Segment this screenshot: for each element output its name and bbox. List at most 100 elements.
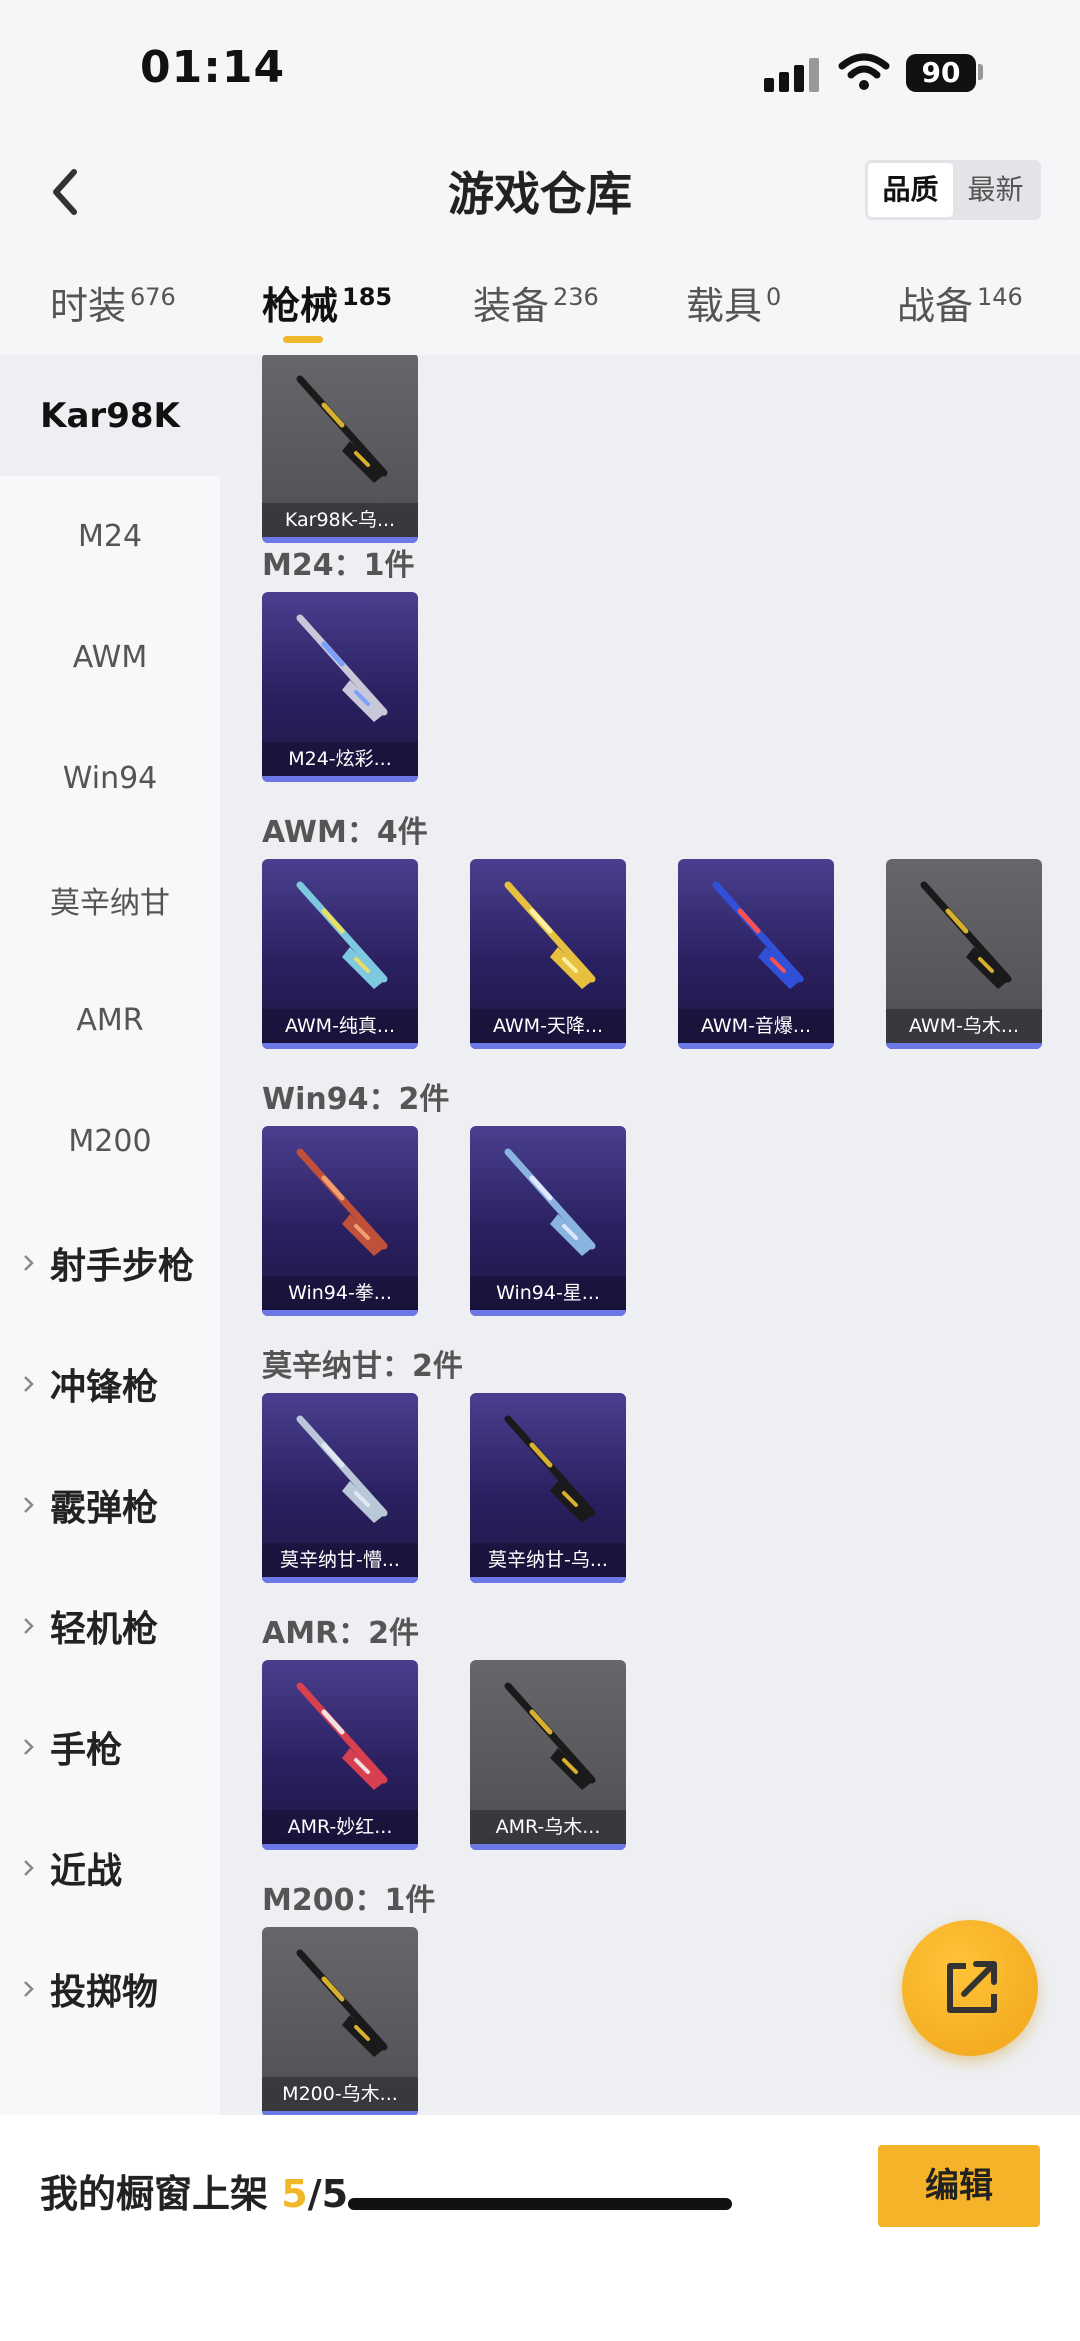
tab-label: 载具 xyxy=(686,284,763,328)
status-bar: 01:14 90 xyxy=(0,0,1080,140)
wifi-icon xyxy=(838,53,890,90)
sidebar-item-kar98k[interactable]: Kar98K xyxy=(0,355,220,476)
chevron-right-icon xyxy=(24,1981,34,1997)
sidebar-group-smg[interactable]: 冲锋枪 xyxy=(0,1323,220,1444)
quality-indicator xyxy=(470,1043,626,1049)
battery-cap xyxy=(978,64,983,80)
sidebar-group-label: 近战 xyxy=(50,1850,123,1892)
sidebar-item-amr[interactable]: AMR xyxy=(0,960,220,1081)
sort-by-newest-button[interactable]: 最新 xyxy=(953,163,1038,217)
bottom-bar: 我的橱窗上架 5/5 编辑 xyxy=(0,2115,1080,2341)
sidebar-item-m200[interactable]: M200 xyxy=(0,1081,220,1202)
chevron-right-icon xyxy=(24,1497,34,1513)
weapon-card[interactable]: M200-乌木... xyxy=(262,1927,418,2115)
sidebar-item-win94[interactable]: Win94 xyxy=(0,718,220,839)
weapon-card-label: AMR-乌木... xyxy=(470,1810,626,1844)
tab-count: 146 xyxy=(977,283,1023,311)
status-time: 01:14 xyxy=(140,42,286,93)
active-tab-indicator xyxy=(283,336,323,343)
sidebar-item-awm[interactable]: AWM xyxy=(0,597,220,718)
weapon-card-label: M200-乌木... xyxy=(262,2077,418,2111)
quality-indicator xyxy=(262,776,418,782)
home-indicator xyxy=(348,2198,732,2210)
tab-vehicles[interactable]: 载具 0 xyxy=(686,275,781,330)
sidebar-group-pistol[interactable]: 手枪 xyxy=(0,1686,220,1807)
weapon-skin-icon xyxy=(504,1682,596,1790)
chevron-right-icon xyxy=(24,1860,34,1876)
header: 游戏仓库 品质 最新 xyxy=(0,140,1080,240)
section-title: Win94：2件 xyxy=(262,1082,450,1117)
weapon-card[interactable]: AWM-天降... xyxy=(470,859,626,1049)
weapon-skin-icon xyxy=(296,881,388,989)
weapon-card-label: AWM-天降... xyxy=(470,1009,626,1043)
quality-indicator xyxy=(262,1577,418,1583)
section-title: M24：1件 xyxy=(262,548,415,583)
weapon-card[interactable]: AMR-妙红... xyxy=(262,1660,418,1850)
tab-count: 0 xyxy=(766,283,782,311)
tab-supplies[interactable]: 战备 146 xyxy=(897,275,1023,330)
section-title: AMR：2件 xyxy=(262,1616,420,1651)
sidebar-group-label: 冲锋枪 xyxy=(50,1366,159,1408)
weapon-card-label: Win94-星... xyxy=(470,1276,626,1310)
tab-equipment[interactable]: 装备 236 xyxy=(473,275,599,330)
weapon-skin-icon xyxy=(296,614,388,722)
sort-toggle[interactable]: 品质 最新 xyxy=(865,160,1041,220)
sidebar: Kar98K M24 AWM Win94 莫辛纳甘 AMR M200 射手步枪 … xyxy=(0,355,220,2115)
quality-indicator xyxy=(470,1577,626,1583)
weapon-card[interactable]: AWM-纯真... xyxy=(262,859,418,1049)
weapon-card-label: 莫辛纳甘-懵... xyxy=(262,1543,418,1577)
shelf-total: /5 xyxy=(307,2172,349,2216)
weapon-card[interactable]: Win94-星... xyxy=(470,1126,626,1316)
quality-indicator xyxy=(678,1043,834,1049)
weapon-card[interactable]: AWM-乌木... xyxy=(886,859,1042,1049)
weapon-card[interactable]: Kar98K-乌... xyxy=(262,355,418,543)
weapon-card[interactable]: M24-炫彩... xyxy=(262,592,418,782)
sidebar-group-label: 射手步枪 xyxy=(50,1245,195,1287)
sidebar-group-label: 手枪 xyxy=(50,1729,123,1771)
weapon-card[interactable]: 莫辛纳甘-懵... xyxy=(262,1393,418,1583)
cellular-signal-icon xyxy=(764,58,820,92)
sidebar-group-throwable[interactable]: 投掷物 xyxy=(0,1928,220,2049)
weapon-card[interactable]: AWM-音爆... xyxy=(678,859,834,1049)
sidebar-group-shotgun[interactable]: 霰弹枪 xyxy=(0,1444,220,1565)
weapon-card-label: Kar98K-乌... xyxy=(262,503,418,537)
sidebar-group-dmr[interactable]: 射手步枪 xyxy=(0,1202,220,1323)
weapon-grid: Kar98K-乌... M24：1件 M24-炫彩... AWM：4件 AWM-纯真..… xyxy=(220,355,1080,2115)
weapon-skin-icon xyxy=(504,1415,596,1523)
share-fab[interactable] xyxy=(902,1920,1038,2056)
tab-count: 676 xyxy=(130,283,176,311)
weapon-card[interactable]: Win94-拳... xyxy=(262,1126,418,1316)
weapon-card-label: AWM-纯真... xyxy=(262,1009,418,1043)
sidebar-item-mosin[interactable]: 莫辛纳甘 xyxy=(0,839,220,960)
sidebar-group-melee[interactable]: 近战 xyxy=(0,1807,220,1928)
weapon-card-label: M24-炫彩... xyxy=(262,742,418,776)
weapon-skin-icon xyxy=(296,1949,388,2057)
weapon-card[interactable]: AMR-乌木... xyxy=(470,1660,626,1850)
weapon-card-label: AMR-妙红... xyxy=(262,1810,418,1844)
weapon-card-label: 莫辛纳甘-乌... xyxy=(470,1543,626,1577)
sidebar-item-m24[interactable]: M24 xyxy=(0,476,220,597)
sidebar-group-label: 霰弹枪 xyxy=(50,1487,159,1529)
chevron-right-icon xyxy=(24,1255,34,1271)
chevron-right-icon xyxy=(24,1376,34,1392)
tab-fashion[interactable]: 时装 676 xyxy=(50,275,176,330)
tab-guns[interactable]: 枪械 185 xyxy=(262,275,392,330)
tab-label: 时装 xyxy=(50,284,127,328)
tab-label: 枪械 xyxy=(262,284,339,328)
sidebar-group-label: 投掷物 xyxy=(50,1971,159,2013)
weapon-card[interactable]: 莫辛纳甘-乌... xyxy=(470,1393,626,1583)
weapon-skin-icon xyxy=(296,1148,388,1256)
quality-indicator xyxy=(470,1844,626,1850)
weapon-skin-icon xyxy=(296,1682,388,1790)
section-title: AWM：4件 xyxy=(262,815,428,850)
shelf-current-count: 5 xyxy=(281,2172,308,2216)
chevron-right-icon xyxy=(24,1739,34,1755)
tab-count: 236 xyxy=(553,283,599,311)
sidebar-group-lmg[interactable]: 轻机枪 xyxy=(0,1565,220,1686)
edit-button[interactable]: 编辑 xyxy=(878,2145,1040,2227)
shelf-status: 我的橱窗上架 5/5 xyxy=(40,2163,348,2218)
tab-count: 185 xyxy=(342,283,393,311)
sort-by-quality-button[interactable]: 品质 xyxy=(868,163,953,217)
quality-indicator xyxy=(262,1043,418,1049)
category-tabs: 时装 676 枪械 185 装备 236 载具 0 战备 146 xyxy=(0,240,1080,355)
